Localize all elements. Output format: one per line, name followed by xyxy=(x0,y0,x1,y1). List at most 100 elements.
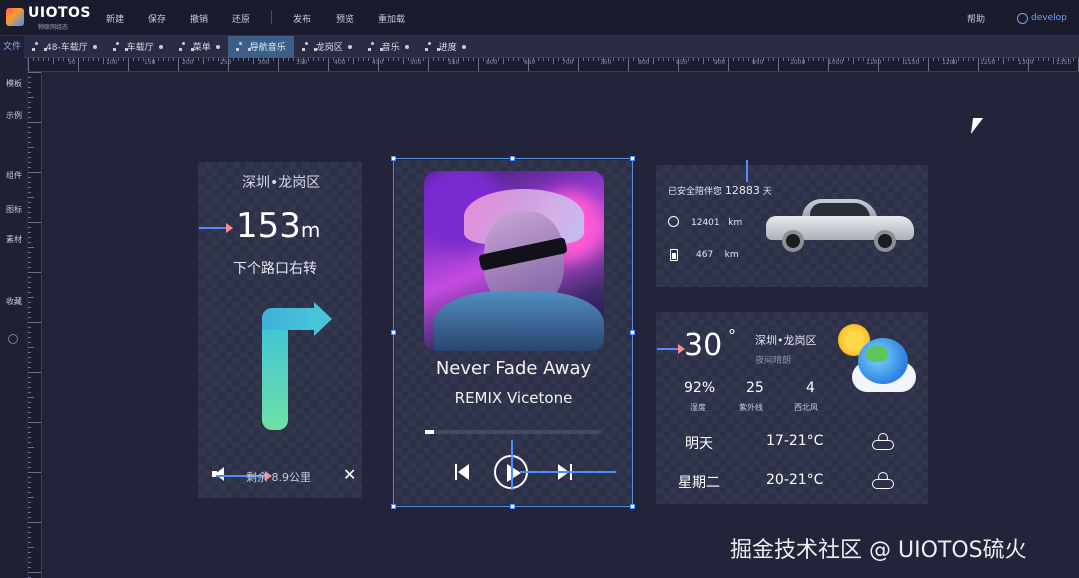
tab-close-dot-icon[interactable] xyxy=(158,44,163,49)
ruler-tick xyxy=(933,58,934,61)
tab-close-dot-icon[interactable] xyxy=(215,44,220,49)
file-tab[interactable]: 文件 xyxy=(0,35,24,58)
tab-label: 车载厅 xyxy=(126,43,154,53)
reload-button[interactable]: 重加载 xyxy=(378,12,405,25)
ruler-tick xyxy=(513,58,514,61)
tab-tree-icon xyxy=(424,42,440,51)
ruler-tick xyxy=(28,272,41,273)
speaker-icon[interactable] xyxy=(212,467,228,481)
resize-handle[interactable] xyxy=(510,504,515,509)
resize-handle[interactable] xyxy=(391,504,396,509)
ruler-tick xyxy=(768,58,769,61)
app-logo[interactable]: UIOTOS 物联网组态 xyxy=(6,5,96,31)
tab-music[interactable]: 音乐 xyxy=(360,36,417,58)
close-icon[interactable]: ✕ xyxy=(343,465,356,484)
binding-line xyxy=(511,440,513,490)
ruler-tick xyxy=(158,58,159,61)
resize-handle[interactable] xyxy=(391,156,396,161)
ruler-label: 1050 xyxy=(828,59,844,66)
tab-longgang[interactable]: 龙岗区 xyxy=(294,36,360,58)
ruler-tick xyxy=(28,167,31,168)
tab-close-dot-icon[interactable] xyxy=(347,44,352,49)
tab-nav-music[interactable]: 导航音乐 xyxy=(227,35,294,58)
ruler-tick xyxy=(28,142,31,143)
ruler-tick xyxy=(28,172,41,173)
sidebar-item-components[interactable]: 组件 xyxy=(0,170,28,181)
tab-close-dot-icon[interactable] xyxy=(461,44,466,49)
sidebar-item-examples[interactable]: 示例 xyxy=(0,110,28,121)
ruler-tick xyxy=(963,58,964,61)
ruler-tick xyxy=(28,297,34,298)
ruler-tick xyxy=(423,58,424,61)
publish-button[interactable]: 发布 xyxy=(293,12,311,25)
ruler-tick xyxy=(623,58,624,61)
music-progress-bar[interactable] xyxy=(425,430,601,434)
ruler-tick xyxy=(408,58,409,61)
tab-48-car-hall[interactable]: 48-车载厅 xyxy=(24,36,105,58)
help-button[interactable]: 帮助 xyxy=(967,12,985,25)
ruler-tick xyxy=(28,437,31,438)
mileage-unit: km xyxy=(728,218,743,228)
ruler-tick xyxy=(848,58,849,61)
sidebar-item-icons[interactable]: 图标 xyxy=(0,204,28,215)
tab-progress[interactable]: 进度 xyxy=(417,36,474,58)
resize-handle[interactable] xyxy=(391,330,396,335)
resize-handle[interactable] xyxy=(630,156,635,161)
ruler-label: 950 xyxy=(752,59,764,66)
redo-button[interactable]: 还原 xyxy=(232,12,250,25)
resize-handle[interactable] xyxy=(510,156,515,161)
resize-handle[interactable] xyxy=(630,504,635,509)
preview-button[interactable]: 预览 xyxy=(336,12,354,25)
ruler-tick xyxy=(28,307,31,308)
ruler-tick xyxy=(538,58,539,61)
nav-distance: 153m xyxy=(236,206,320,246)
ruler-tick xyxy=(28,567,31,568)
previous-track-icon[interactable] xyxy=(455,464,469,480)
ruler-tick xyxy=(558,58,559,61)
car-image xyxy=(766,196,916,252)
user-menu[interactable]: develop xyxy=(1017,10,1067,26)
help-circle-icon[interactable] xyxy=(8,334,18,344)
resize-handle[interactable] xyxy=(630,330,635,335)
ruler-tick xyxy=(693,58,694,61)
ruler-tick xyxy=(28,197,34,198)
ruler-tick xyxy=(28,362,31,363)
ruler-tick xyxy=(28,237,31,238)
sidebar-item-assets[interactable]: 素材 xyxy=(0,234,28,245)
undo-button[interactable]: 撤销 xyxy=(190,12,208,25)
ruler-tick xyxy=(478,58,479,71)
ruler-tick xyxy=(43,58,44,61)
ruler-label: 1300 xyxy=(1018,59,1034,66)
sidebar-item-template[interactable]: 模板 xyxy=(0,78,28,89)
left-sidebar: 模板 示例 组件 图标 素材 收藏 xyxy=(0,58,28,578)
save-button[interactable]: 保存 xyxy=(148,12,166,25)
tab-car-hall[interactable]: 车载厅 xyxy=(105,36,171,58)
sidebar-item-favorites[interactable]: 收藏 xyxy=(0,296,28,307)
ruler-tick xyxy=(808,58,809,61)
ruler-tick xyxy=(438,58,439,61)
ruler-tick xyxy=(653,58,654,64)
new-button[interactable]: 新建 xyxy=(106,12,124,25)
ruler-tick xyxy=(28,227,31,228)
ruler-tick xyxy=(28,402,31,403)
ruler-tick xyxy=(398,58,399,61)
ruler-tick xyxy=(83,58,84,61)
ruler-tick xyxy=(28,312,31,313)
ruler-tick xyxy=(28,527,31,528)
binding-line xyxy=(746,160,748,182)
ruler-tick xyxy=(28,457,31,458)
vertical-ruler xyxy=(28,72,42,578)
ruler-tick xyxy=(28,97,34,98)
ruler-tick xyxy=(633,58,634,61)
ruler-tick xyxy=(508,58,509,61)
ruler-tick xyxy=(733,58,734,61)
tab-close-dot-icon[interactable] xyxy=(92,44,97,49)
ruler-tick xyxy=(1003,58,1004,64)
tab-label: 音乐 xyxy=(381,43,400,53)
tab-close-dot-icon[interactable] xyxy=(404,44,409,49)
ruler-tick xyxy=(28,572,41,573)
ruler-tick xyxy=(28,72,41,73)
ruler-tick xyxy=(28,357,31,358)
degree-sign: ° xyxy=(728,326,736,345)
tab-menu[interactable]: 菜单 xyxy=(171,36,228,58)
